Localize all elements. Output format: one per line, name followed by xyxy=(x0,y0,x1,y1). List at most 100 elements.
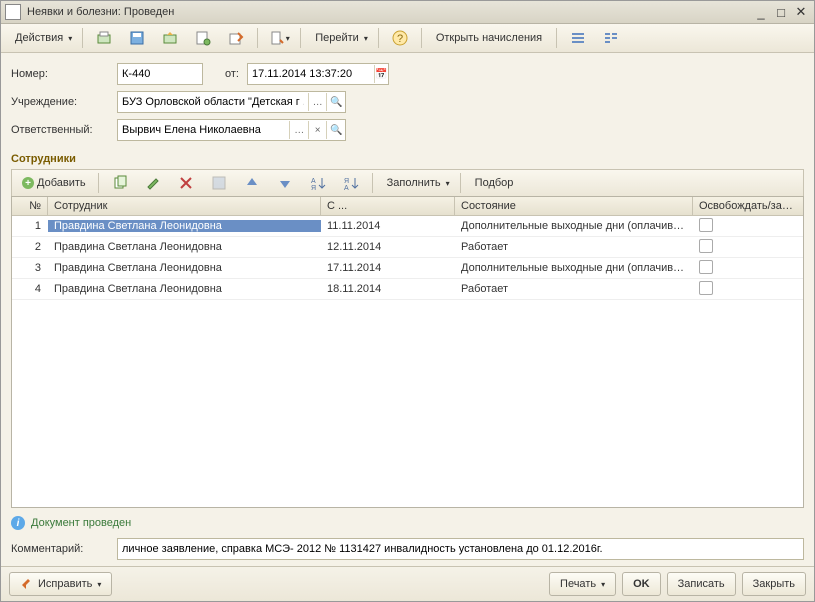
structure-button[interactable] xyxy=(188,26,218,50)
add-row-button[interactable]: +Добавить xyxy=(16,172,92,194)
save-button[interactable]: Записать xyxy=(667,572,736,596)
save-button-icon[interactable] xyxy=(122,26,152,50)
minimize-button[interactable]: _ xyxy=(752,4,770,20)
cell-number: 4 xyxy=(12,283,48,295)
section-title: Сотрудники xyxy=(11,153,804,165)
col-date[interactable]: С ... xyxy=(321,197,455,215)
post-button[interactable] xyxy=(89,26,119,50)
document-icon xyxy=(5,4,21,20)
col-state[interactable]: Состояние xyxy=(455,197,693,215)
col-number[interactable]: № xyxy=(12,197,48,215)
org-label: Учреждение: xyxy=(11,96,117,108)
footer: Исправить▾ Печать▾ OK Записать Закрыть xyxy=(1,566,814,601)
cell-employee: Правдина Светлана Леонидовна xyxy=(48,283,321,295)
actions-menu[interactable]: Действия▾ xyxy=(7,26,76,50)
close-button[interactable]: ✕ xyxy=(792,4,810,20)
checkbox-icon[interactable] xyxy=(699,281,713,295)
date-input-wrap: 📅 xyxy=(247,63,389,85)
table-row[interactable]: 3Правдина Светлана Леонидовна17.11.2014Д… xyxy=(12,258,803,279)
move-down-button[interactable] xyxy=(270,171,300,195)
content-area: Номер: от: 📅 Учреждение: … 🔍 Ответственн… xyxy=(1,53,814,566)
resp-input[interactable] xyxy=(118,121,289,139)
resp-search-icon[interactable]: 🔍 xyxy=(326,121,345,139)
ok-button[interactable]: OK xyxy=(622,572,661,596)
from-label: от: xyxy=(225,68,239,80)
repost-button[interactable] xyxy=(155,26,185,50)
info-icon: i xyxy=(11,516,25,530)
resp-ellipsis-icon[interactable]: … xyxy=(289,121,308,139)
resp-clear-icon[interactable]: × xyxy=(308,121,327,139)
settings-button[interactable] xyxy=(596,26,626,50)
print-button[interactable]: Печать▾ xyxy=(549,572,616,596)
table-row[interactable]: 2Правдина Светлана Леонидовна12.11.2014Р… xyxy=(12,237,803,258)
org-input[interactable] xyxy=(118,93,308,111)
grid-header: № Сотрудник С ... Состояние Освобождать/… xyxy=(12,197,803,216)
goto-menu[interactable]: Перейти▾ xyxy=(307,26,372,50)
resp-label: Ответственный: xyxy=(11,124,117,136)
number-input-wrap xyxy=(117,63,203,85)
close-form-button[interactable]: Закрыть xyxy=(742,572,806,596)
cell-state: Работает xyxy=(455,283,693,295)
org-ellipsis-icon[interactable]: … xyxy=(308,93,327,111)
grid-toolbar: +Добавить AЯ ЯA Заполнить▾ Подбор xyxy=(11,169,804,196)
copy-row-button[interactable] xyxy=(105,171,135,195)
cell-number: 1 xyxy=(12,220,48,232)
cell-release xyxy=(693,239,803,256)
fix-icon xyxy=(20,577,34,591)
checkbox-icon[interactable] xyxy=(699,218,713,232)
window-title: Неявки и болезни: Проведен xyxy=(27,6,750,18)
number-label: Номер: xyxy=(11,68,117,80)
cell-date: 18.11.2014 xyxy=(321,283,455,295)
calendar-icon[interactable]: 📅 xyxy=(374,65,388,83)
date-input[interactable] xyxy=(248,65,374,83)
move-up-button[interactable] xyxy=(237,171,267,195)
list-button[interactable] xyxy=(563,26,593,50)
fix-button[interactable]: Исправить▾ xyxy=(9,572,112,596)
grid-body: 1Правдина Светлана Леонидовна11.11.2014Д… xyxy=(12,216,803,507)
status-text: Документ проведен xyxy=(31,517,131,529)
org-input-wrap: … 🔍 xyxy=(117,91,346,113)
cell-state: Работает xyxy=(455,241,693,253)
table-row[interactable]: 4Правдина Светлана Леонидовна18.11.2014Р… xyxy=(12,279,803,300)
table-row[interactable]: 1Правдина Светлана Леонидовна11.11.2014Д… xyxy=(12,216,803,237)
delete-row-button[interactable] xyxy=(171,171,201,195)
cell-date: 11.11.2014 xyxy=(321,220,455,232)
status-row: i Документ проведен xyxy=(11,516,804,530)
col-employee[interactable]: Сотрудник xyxy=(48,197,321,215)
svg-text:Я: Я xyxy=(311,185,316,191)
open-calc-button[interactable]: Открыть начисления xyxy=(428,26,550,50)
fill-menu[interactable]: Заполнить▾ xyxy=(379,171,454,195)
maximize-button[interactable]: □ xyxy=(772,4,790,20)
checkbox-icon[interactable] xyxy=(699,239,713,253)
cell-release xyxy=(693,218,803,235)
resp-input-wrap: … × 🔍 xyxy=(117,119,346,141)
cell-state: Дополнительные выходные дни (оплачивае..… xyxy=(455,220,693,232)
movements-button[interactable] xyxy=(221,26,251,50)
cell-number: 2 xyxy=(12,241,48,253)
svg-text:A: A xyxy=(311,178,316,185)
checkbox-icon[interactable] xyxy=(699,260,713,274)
cell-state: Дополнительные выходные дни (оплачивае..… xyxy=(455,262,693,274)
cell-employee: Правдина Светлана Леонидовна xyxy=(48,241,321,253)
finish-edit-button[interactable] xyxy=(204,171,234,195)
window: Неявки и болезни: Проведен _ □ ✕ Действи… xyxy=(0,0,815,602)
col-release[interactable]: Освобождать/зани... xyxy=(693,197,803,215)
cell-number: 3 xyxy=(12,262,48,274)
comment-input[interactable] xyxy=(118,540,803,558)
cell-date: 17.11.2014 xyxy=(321,262,455,274)
main-toolbar: Действия▾ ▾ Перейти▾ ? Открыть начислени… xyxy=(1,24,814,53)
sort-desc-button[interactable]: ЯA xyxy=(336,171,366,195)
comment-input-wrap xyxy=(117,538,804,560)
org-search-icon[interactable]: 🔍 xyxy=(326,93,345,111)
help-button[interactable]: ? xyxy=(385,26,415,50)
basis-button[interactable]: ▾ xyxy=(264,26,294,50)
cell-date: 12.11.2014 xyxy=(321,241,455,253)
number-input[interactable] xyxy=(118,65,206,83)
sort-asc-button[interactable]: AЯ xyxy=(303,171,333,195)
cell-release xyxy=(693,260,803,277)
svg-text:A: A xyxy=(344,185,349,191)
comment-label: Комментарий: xyxy=(11,543,117,555)
employees-grid: № Сотрудник С ... Состояние Освобождать/… xyxy=(11,196,804,508)
edit-row-button[interactable] xyxy=(138,171,168,195)
select-button[interactable]: Подбор xyxy=(467,171,522,195)
